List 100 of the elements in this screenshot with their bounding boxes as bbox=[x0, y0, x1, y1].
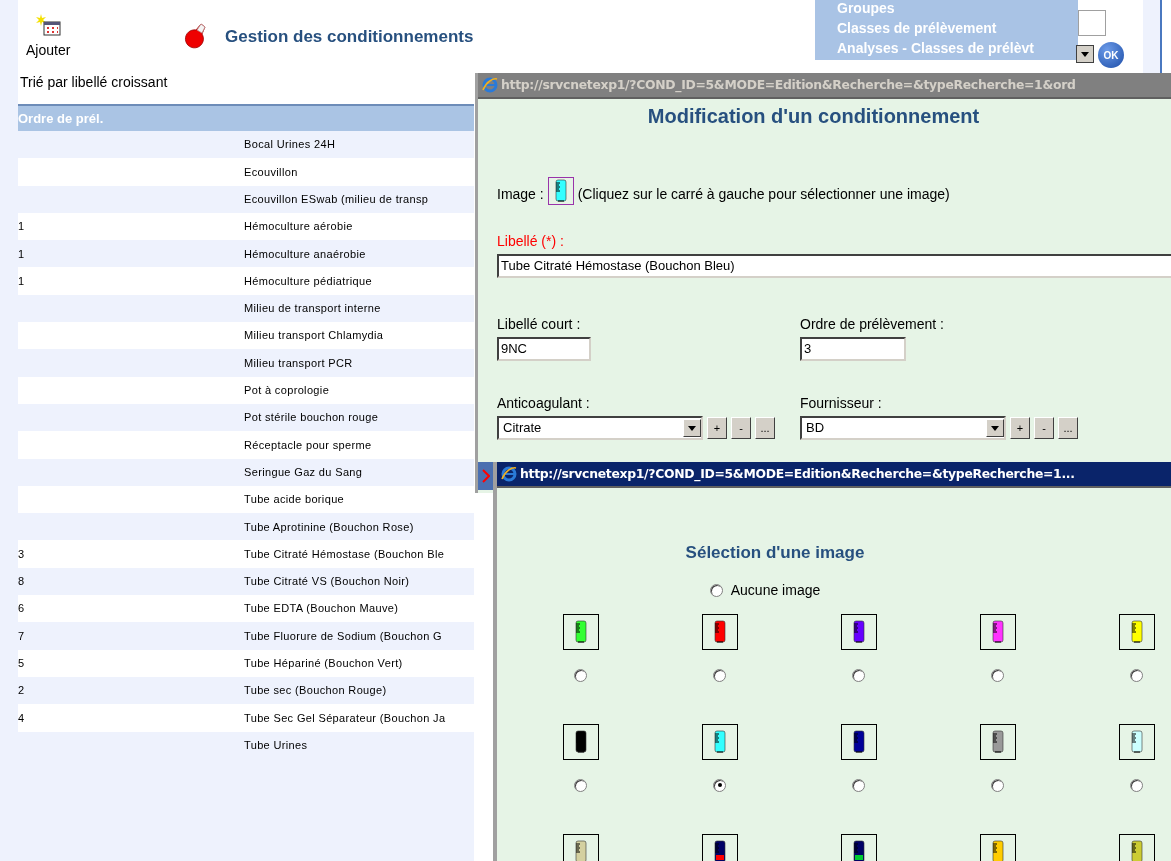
browser-icon bbox=[500, 465, 518, 483]
radio-button[interactable] bbox=[852, 668, 865, 682]
image-option[interactable] bbox=[562, 723, 599, 760]
select-field[interactable]: BD bbox=[800, 416, 1006, 440]
radio-button[interactable] bbox=[1130, 668, 1143, 682]
table-cell-text: Pot stérile bouchon rouge bbox=[244, 410, 379, 426]
small-button[interactable]: - bbox=[1034, 417, 1054, 439]
window-title: http://srvcnetexp1/?COND_ID=5&MODE=Edition&Recherche=&typeRecherche=1... bbox=[520, 464, 1075, 484]
image-option[interactable] bbox=[840, 723, 877, 760]
tube-icon bbox=[991, 619, 1004, 644]
small-button[interactable]: ... bbox=[755, 417, 775, 439]
ok-button[interactable]: OK bbox=[1098, 42, 1124, 68]
table-cell-text: Tube EDTA (Bouchon Mauve) bbox=[244, 601, 399, 617]
radio-button[interactable] bbox=[991, 668, 1004, 682]
tube-icon bbox=[574, 619, 587, 644]
tube-icon bbox=[1130, 619, 1143, 644]
table-row[interactable]: Pot à coprologie bbox=[18, 376, 474, 404]
small-button[interactable]: + bbox=[707, 417, 727, 439]
browser-icon bbox=[481, 76, 499, 94]
radio-button[interactable] bbox=[574, 778, 587, 792]
table-cell-text: Tube Aprotinine (Bouchon Rose) bbox=[244, 519, 414, 535]
dropdown-arrow-button[interactable] bbox=[1076, 45, 1094, 63]
radio-label: Aucune image bbox=[730, 580, 821, 600]
image-option[interactable] bbox=[840, 833, 877, 861]
table-cell-text: Bocal Urines 24H bbox=[244, 137, 336, 153]
tube-icon bbox=[713, 729, 726, 754]
table-row[interactable]: Milieu transport Chlamydia bbox=[18, 322, 474, 350]
chevron-icon bbox=[481, 469, 490, 483]
name-field[interactable]: Tube Citraté Hémostase (Bouchon Bleu) bbox=[497, 254, 1171, 278]
table-row[interactable]: 6 Tube EDTA (Bouchon Mauve) bbox=[18, 595, 474, 623]
field-label: Anticoagulant : bbox=[497, 394, 591, 413]
text-input[interactable] bbox=[1078, 10, 1106, 36]
table-row[interactable]: 1 Hémoculture pédiatrique bbox=[18, 267, 474, 295]
tube-icon bbox=[574, 729, 587, 754]
image-option[interactable] bbox=[979, 613, 1016, 650]
caret-icon bbox=[991, 425, 999, 431]
image-option[interactable] bbox=[979, 723, 1016, 760]
radio-button[interactable] bbox=[1130, 778, 1143, 792]
table-cell-text: Tube Citraté VS (Bouchon Noir) bbox=[244, 574, 410, 590]
tube-icon bbox=[1130, 729, 1143, 754]
image-picker[interactable] bbox=[547, 177, 574, 205]
table-cell: 3 bbox=[18, 547, 25, 560]
field-label: Ordre de prélèvement : bbox=[800, 315, 945, 334]
table-cell: 6 bbox=[18, 602, 25, 615]
image-hint: (Cliquez sur le carré à gauche pour sélectionner une image) bbox=[577, 185, 950, 204]
tube-icon bbox=[852, 729, 865, 754]
table-row[interactable]: Réceptacle pour sperme bbox=[18, 431, 474, 459]
image-option[interactable] bbox=[701, 613, 738, 650]
text-field[interactable]: 3 bbox=[800, 337, 906, 361]
small-button[interactable]: - bbox=[731, 417, 751, 439]
tube-icon bbox=[852, 839, 865, 861]
table-cell: 7 bbox=[18, 629, 25, 642]
image-option[interactable] bbox=[1118, 613, 1155, 650]
sort-note: Trié par libellé croissant bbox=[19, 73, 169, 92]
table-cell: 2 bbox=[18, 684, 25, 697]
field-label: Fournisseur : bbox=[800, 394, 883, 413]
table-row[interactable]: 5 Tube Hépariné (Bouchon Vert) bbox=[18, 649, 474, 677]
table-row[interactable]: 1 Hémoculture aérobie bbox=[18, 212, 474, 241]
caret-icon bbox=[688, 425, 696, 431]
tube-icon bbox=[713, 839, 726, 861]
text-field[interactable]: 9NC bbox=[497, 337, 591, 361]
table-row[interactable]: Ecouvillon bbox=[18, 158, 474, 186]
caret-icon bbox=[1081, 51, 1089, 57]
table-cell-text: Milieu de transport interne bbox=[244, 301, 381, 317]
window-heading: Sélection d'une image bbox=[685, 542, 865, 564]
window-title: http://srvcnetexp1/?COND_ID=5&MODE=Edition&Recherche=&typeRecherche=1&ord bbox=[501, 75, 1076, 95]
image-option[interactable] bbox=[1118, 723, 1155, 760]
table-cell-text: Hémoculture pédiatrique bbox=[244, 273, 372, 289]
table-row[interactable]: Tube acide borique bbox=[18, 485, 474, 514]
tube-icon bbox=[991, 839, 1004, 861]
radio-button[interactable] bbox=[713, 778, 726, 792]
small-button[interactable]: ... bbox=[1058, 417, 1078, 439]
table-cell: 5 bbox=[18, 657, 25, 670]
add-button[interactable]: Ajouter bbox=[26, 14, 71, 61]
table-cell-text: Tube Citraté Hémostase (Bouchon Ble bbox=[244, 546, 445, 562]
tube-icon bbox=[1130, 839, 1143, 861]
table-row[interactable]: 4 Tube Sec Gel Séparateur (Bouchon Ja bbox=[18, 704, 474, 732]
table-cell: 1 bbox=[18, 220, 25, 233]
select-field[interactable]: Citrate bbox=[497, 416, 703, 440]
table-cell-text: Tube sec (Bouchon Rouge) bbox=[244, 683, 387, 699]
radio-button[interactable] bbox=[574, 668, 587, 682]
tube-icon bbox=[991, 729, 1004, 754]
window-heading: Modification d'un conditionnement bbox=[647, 104, 980, 129]
tube-icon bbox=[852, 619, 865, 644]
table-cell-text: Tube Sec Gel Séparateur (Bouchon Ja bbox=[244, 710, 446, 726]
image-option[interactable] bbox=[701, 723, 738, 760]
radio-button[interactable] bbox=[713, 668, 726, 682]
image-option[interactable] bbox=[979, 833, 1016, 861]
table-cell-text: Milieu transport Chlamydia bbox=[244, 328, 384, 344]
image-option[interactable] bbox=[562, 833, 599, 861]
field-label: Image : bbox=[497, 185, 544, 204]
image-option[interactable] bbox=[562, 613, 599, 650]
image-option[interactable] bbox=[701, 833, 738, 861]
table-row[interactable]: 3 Tube Citraté Hémostase (Bouchon Ble bbox=[18, 540, 474, 568]
small-button[interactable]: + bbox=[1010, 417, 1030, 439]
image-option[interactable] bbox=[840, 613, 877, 650]
image-option[interactable] bbox=[1118, 833, 1155, 861]
field-label: Libellé court : bbox=[497, 315, 582, 334]
radio-button[interactable] bbox=[709, 583, 723, 597]
new-table-icon bbox=[35, 14, 62, 36]
